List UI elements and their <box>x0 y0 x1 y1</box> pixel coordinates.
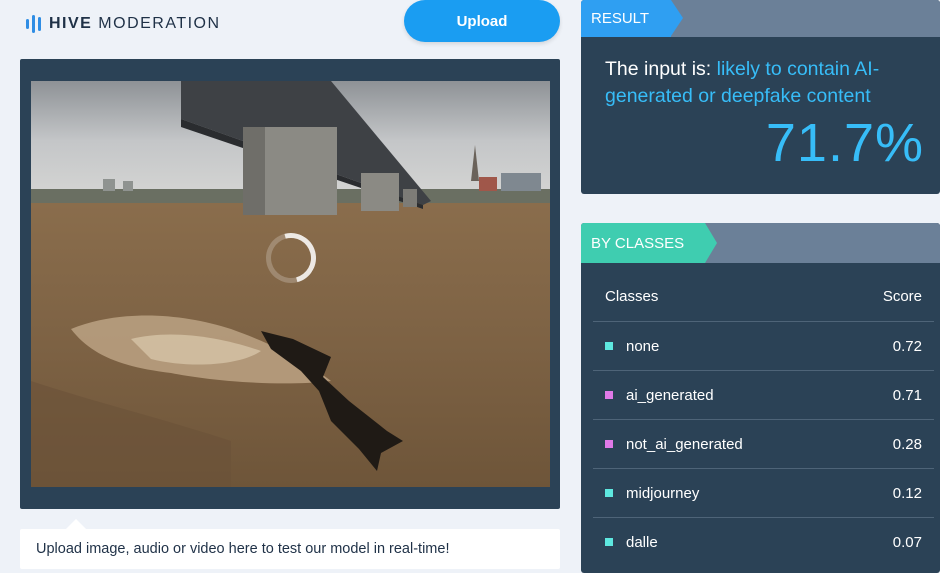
upload-hint-text: Upload image, audio or video here to tes… <box>36 541 450 557</box>
class-color-marker <box>605 440 613 448</box>
result-panel-header: RESULT <box>581 0 940 37</box>
table-row: none 0.72 <box>593 321 934 370</box>
class-name: dalle <box>626 533 658 551</box>
class-score: 0.07 <box>892 533 922 551</box>
table-row: ai_generated 0.71 <box>593 370 934 419</box>
column-score: Score <box>882 288 922 305</box>
class-score: 0.72 <box>892 337 922 355</box>
class-score: 0.12 <box>892 484 922 502</box>
image-preview-panel <box>20 59 560 509</box>
result-statement: The input is: likely to contain AI-gener… <box>605 56 905 110</box>
upload-hint-box: Upload image, audio or video here to tes… <box>20 519 560 569</box>
brand-logo[interactable]: HIVE MODERATION <box>26 14 221 34</box>
column-classes: Classes <box>605 288 659 305</box>
result-panel: RESULT The input is: likely to contain A… <box>581 0 940 194</box>
uploaded-photo[interactable] <box>31 81 550 487</box>
class-color-marker <box>605 391 613 399</box>
hive-bars-icon <box>26 14 41 34</box>
classes-table-header: Classes Score <box>605 288 922 305</box>
class-name: ai_generated <box>626 386 714 404</box>
result-tag: RESULT <box>581 0 683 37</box>
table-row: not_ai_generated 0.28 <box>593 419 934 468</box>
classes-table: none 0.72 ai_generated 0.71 not_ai_gener… <box>593 321 934 566</box>
class-name: midjourney <box>626 484 700 502</box>
classes-tag: BY CLASSES <box>581 223 717 263</box>
classes-panel-header: BY CLASSES <box>581 223 940 263</box>
result-prefix: The input is: <box>605 58 717 80</box>
table-row: midjourney 0.12 <box>593 468 934 517</box>
upload-button[interactable]: Upload <box>404 0 560 42</box>
class-score: 0.71 <box>892 386 922 404</box>
class-color-marker <box>605 538 613 546</box>
table-row: dalle 0.07 <box>593 517 934 566</box>
class-name: not_ai_generated <box>626 435 743 453</box>
result-score: 71.7% <box>765 113 924 173</box>
brand-name: HIVE MODERATION <box>49 15 221 32</box>
class-name: none <box>626 337 660 355</box>
class-color-marker <box>605 489 613 497</box>
class-score: 0.28 <box>892 435 922 453</box>
class-color-marker <box>605 342 613 350</box>
classes-panel: BY CLASSES Classes Score none 0.72 ai_ge… <box>581 223 940 573</box>
